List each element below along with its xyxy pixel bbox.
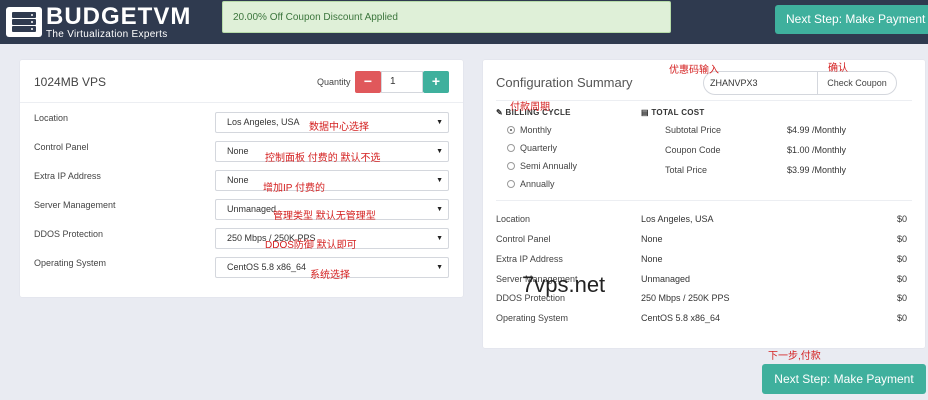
server-management-label: Server Management [34,200,116,210]
summary-item-price: $0 [896,313,907,323]
summary-item-value: Unmanaged [641,274,691,284]
annotation-note: 管理类型 默认无管理型 [273,211,376,222]
summary-item-value: 250 Mbps / 250K PPS [641,293,730,303]
annotation-note: 控制面板 付费的 默认不选 [265,153,381,164]
summary-item-label: Operating System [496,313,569,323]
total-cost-heading: ▤ TOTAL COST [641,108,705,117]
summary-item-label: Extra IP Address [496,254,563,264]
coupon-discount-label: Coupon Code [665,145,721,155]
brand-tagline: The Virtualization Experts [46,28,168,40]
control-panel-label: Control Panel [34,142,89,152]
summary-title: Configuration Summary [496,75,633,90]
radio-quarterly[interactable] [507,144,515,152]
brand-name: BUDGETVM [46,2,192,30]
summary-item-value: Los Angeles, USA [641,214,714,224]
summary-item-label: Control Panel [496,234,551,244]
total-price-value: $3.99 /Monthly [787,165,847,175]
annotation-note: 付款周期 [510,102,550,113]
summary-item-price: $0 [896,234,907,244]
subtotal-value: $4.99 /Monthly [787,125,847,135]
billing-option-label: Semi Annually [520,161,578,171]
server-stack-icon [6,7,42,37]
radio-semi-annually[interactable] [507,162,515,170]
caret-down-icon: ▼ [436,264,443,271]
annotation-note: DDOS防御 默认即可 [265,240,357,251]
summary-item-price: $0 [896,214,907,224]
location-select-value: Los Angeles, USA [227,117,300,127]
operating-system-select-value: CentOS 5.8 x86_64 [227,262,307,272]
coupon-code-input[interactable]: ZHANVPX3 [703,71,817,95]
annotation-note: 数据中心选择 [309,122,369,133]
location-label: Location [34,113,69,123]
divider [20,102,463,103]
summary-item-value: None [641,234,663,244]
coupon-discount-value: $1.00 /Monthly [787,145,847,155]
product-options-card: 1024MB VPS Quantity − 1 + Location Los A… [20,60,463,297]
extra-ip-label: Extra IP Address [34,171,101,181]
quantity-input[interactable]: 1 [381,71,423,93]
billing-option-label: Annually [520,179,555,189]
annotation-note: 系统选择 [310,270,350,281]
calendar-icon: ▤ [641,108,649,117]
product-title: 1024MB VPS [34,75,107,89]
annotation-note: 增加IP 付费的 [263,183,326,194]
subtotal-label: Subtotal Price [665,125,722,135]
summary-item-value: CentOS 5.8 x86_64 [641,313,721,323]
quantity-increase-button[interactable]: + [423,71,449,93]
billing-option-label: Quarterly [520,143,558,153]
ddos-protection-label: DDOS Protection [34,229,104,239]
coupon-success-alert: 20.00% Off Coupon Discount Applied [222,1,671,33]
caret-down-icon: ▼ [436,235,443,242]
summary-item-price: $0 [896,293,907,303]
radio-annually[interactable] [507,180,515,188]
next-step-button-top[interactable]: Next Step: Make Payment [775,5,928,34]
summary-item-price: $0 [896,274,907,284]
summary-item-price: $0 [896,254,907,264]
radio-monthly[interactable] [507,126,515,134]
quantity-decrease-button[interactable]: − [355,71,381,93]
check-coupon-button[interactable]: Check Coupon [817,71,897,95]
next-step-button[interactable]: Next Step: Make Payment [762,364,926,394]
total-price-label: Total Price [665,165,708,175]
control-panel-select-value: None [227,146,249,156]
billing-option-label: Monthly [520,125,552,135]
logo[interactable]: BUDGETVM The Virtualization Experts [6,4,191,40]
annotation-note: 优惠码输入 [669,65,719,76]
watermark: 7vps.net [522,272,606,297]
annotation-note: 确认 [828,63,848,74]
summary-item-label: Location [496,214,531,224]
pin-icon: ✎ [496,108,504,117]
caret-down-icon: ▼ [436,177,443,184]
caret-down-icon: ▼ [436,148,443,155]
extra-ip-select[interactable]: None ▼ [215,170,449,191]
caret-down-icon: ▼ [436,119,443,126]
caret-down-icon: ▼ [436,206,443,213]
operating-system-label: Operating System [34,258,107,268]
server-management-select-value: Unmanaged [227,204,277,214]
extra-ip-select-value: None [227,175,249,185]
summary-item-value: None [641,254,663,264]
annotation-note: 下一步,付款 [768,351,821,362]
divider [496,200,912,201]
quantity-label: Quantity [317,77,351,87]
divider [496,100,912,101]
